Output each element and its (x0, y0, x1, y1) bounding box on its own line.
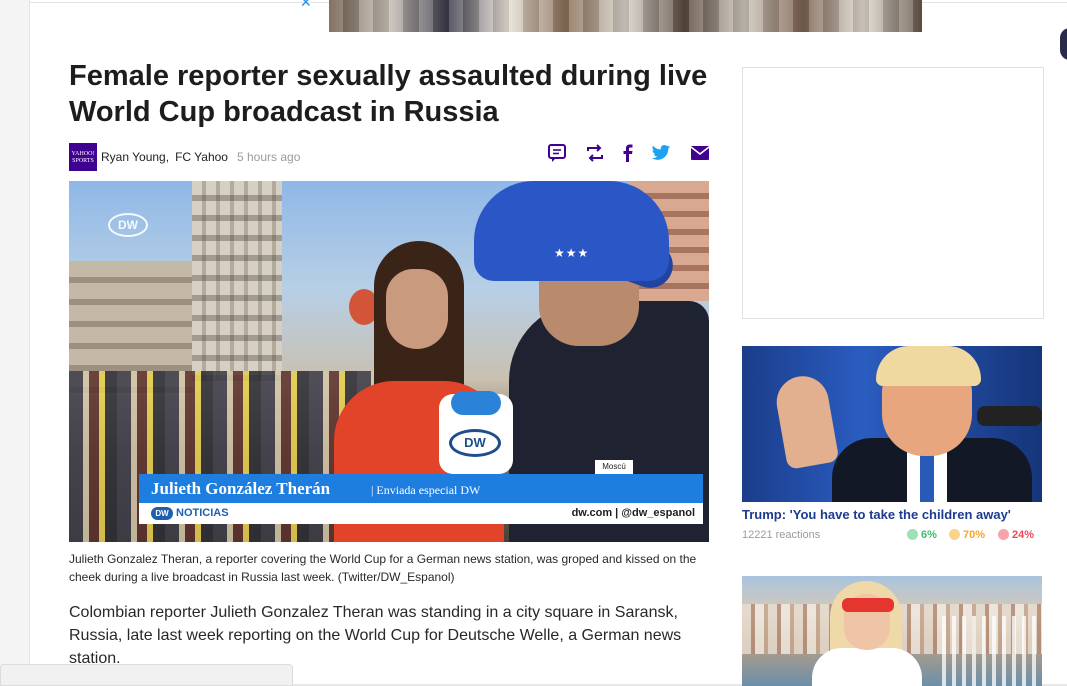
sidebar-story-image[interactable] (742, 346, 1042, 502)
microphone-top (451, 391, 501, 415)
provider-name[interactable]: FC Yahoo (175, 150, 228, 164)
hero-image[interactable]: DW ★★★ DW Moscú Julieth González Therán … (69, 181, 709, 542)
close-icon[interactable]: ✕ (300, 0, 312, 11)
location-tag: Moscú (595, 460, 633, 474)
sidebar-story-title[interactable]: Trump: 'You have to take the children aw… (742, 507, 1011, 522)
provider-logo[interactable]: YAHOO! SPORTS (69, 143, 97, 171)
dw-watermark-icon: DW (108, 213, 148, 237)
news-ticker: DW NOTICIAS dw.com | @dw_espanol (139, 503, 703, 524)
top-banner-image[interactable] (329, 0, 922, 32)
mail-icon[interactable] (691, 143, 709, 163)
bottom-toolbar[interactable] (0, 664, 293, 686)
author-name[interactable]: Ryan Young, (101, 150, 169, 164)
background-building (192, 181, 282, 381)
comment-icon[interactable] (547, 143, 567, 163)
sad-face-icon (998, 529, 1009, 540)
sidebar-story-image-2[interactable] (742, 576, 1042, 686)
ad-slot[interactable] (742, 67, 1044, 319)
article-headline: Female reporter sexually assaulted durin… (69, 60, 708, 128)
image-caption: Julieth Gonzalez Theran, a reporter cove… (69, 552, 697, 584)
sidebar-story-reactions: 12221 reactions 6% 70% 24% (742, 529, 1042, 545)
negative-reaction: 24% (998, 529, 1034, 541)
publish-time: 5 hours ago (236, 150, 301, 164)
facebook-icon[interactable] (620, 143, 634, 163)
reporter-name: Julieth González Therán (151, 479, 331, 498)
lower-third: Julieth González Therán | Enviada especi… (139, 474, 703, 503)
reaction-count: 12221 reactions (742, 529, 821, 541)
neutral-face-icon (949, 529, 960, 540)
dw-mic-logo-icon: DW (449, 429, 501, 457)
byline: YAHOO! SPORTS Ryan Young, FC Yahoo 5 hou… (69, 143, 300, 171)
happy-face-icon (907, 529, 918, 540)
network-credits: dw.com | @dw_espanol (571, 507, 695, 519)
neutral-reaction: 70% (949, 529, 985, 541)
retweet-icon[interactable] (585, 143, 605, 163)
left-rail (0, 0, 30, 686)
twitter-icon[interactable] (651, 143, 671, 163)
network-name: DW NOTICIAS (151, 507, 229, 520)
reporter-role: | Enviada especial DW (371, 483, 481, 497)
positive-reaction: 6% (907, 529, 937, 541)
floating-bubble[interactable] (1060, 28, 1067, 60)
dw-logo-icon: DW (151, 507, 173, 520)
article-body: Colombian reporter Julieth Gonzalez Ther… (69, 604, 682, 667)
network-label: NOTICIAS (176, 507, 229, 519)
